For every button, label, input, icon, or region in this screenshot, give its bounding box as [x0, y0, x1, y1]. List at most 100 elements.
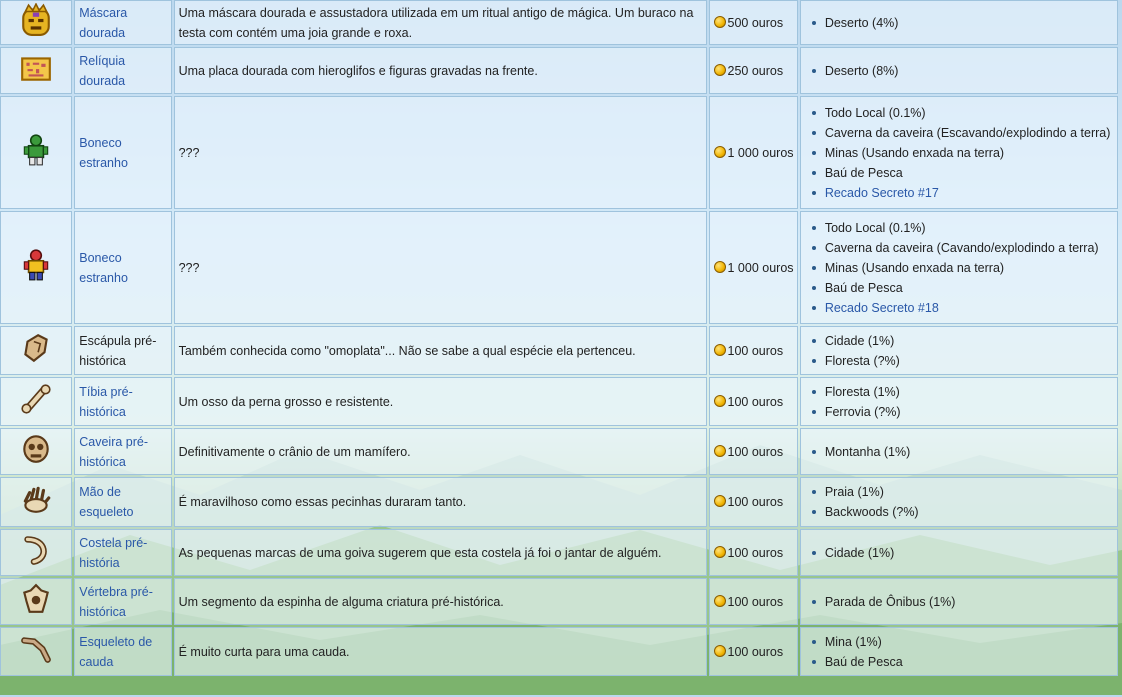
item-name-link[interactable]: Mão de esqueleto: [79, 485, 133, 519]
price-cell: 100 ouros: [708, 477, 798, 527]
location-item: Todo Local (0.1%): [811, 218, 1113, 238]
price-value: 100 ouros: [727, 545, 784, 560]
icon-cell: [0, 377, 73, 426]
price-value: 100 ouros: [727, 644, 784, 659]
gold-coin-icon: [713, 444, 726, 457]
location-item: Parada de Ônibus (1%): [811, 592, 1113, 612]
icon-cell: [0, 428, 73, 475]
gold-coin-icon: [713, 15, 726, 28]
price-value: 100 ouros: [727, 444, 784, 459]
gold-coin-icon: [713, 145, 726, 158]
description-cell: Definitivamente o crânio de um mamífero.: [173, 428, 707, 475]
artifact-row: Esqueleto de cauda É muito curta para uma…: [0, 627, 1118, 676]
icon-cell: [0, 47, 73, 94]
description-cell: É maravilhoso como essas pecinhas durara…: [173, 477, 707, 527]
item-name-link[interactable]: Caveira pré-histórica: [79, 435, 148, 469]
location-item: Baú de Pesca: [811, 652, 1113, 672]
price-value: 100 ouros: [727, 594, 784, 609]
price-cell: 250 ouros: [708, 47, 798, 94]
location-item: Cidade (1%): [811, 331, 1113, 351]
locations-cell: Todo Local (0.1%) Caverna da caveira (Esc…: [799, 96, 1118, 209]
location-list: Parada de Ônibus (1%): [805, 592, 1113, 612]
price-cell: 100 ouros: [708, 326, 798, 375]
artifact-row: Vértebra pré-histórica Um segmento da esp…: [0, 578, 1118, 625]
golden-mask-icon: [22, 2, 50, 36]
item-name-link[interactable]: Costela pré-história: [79, 536, 147, 570]
icon-cell: [0, 96, 73, 209]
location-list: Deserto (8%): [805, 61, 1113, 81]
location-item: Caverna da caveira (Cavando/explodindo a…: [811, 238, 1113, 258]
scapula-icon: [24, 333, 48, 362]
location-link[interactable]: Recado Secreto #17: [811, 183, 1113, 203]
item-name-link[interactable]: Boneco estranho: [79, 251, 128, 285]
location-list: Todo Local (0.1%) Caverna da caveira (Cav…: [805, 218, 1113, 318]
gold-coin-icon: [713, 644, 726, 657]
gold-coin-icon: [713, 260, 726, 273]
price-value: 250 ouros: [727, 63, 784, 78]
artifact-row: Costela pré-história As pequenas marcas d…: [0, 529, 1118, 576]
location-item: Caverna da caveira (Escavando/explodindo…: [811, 123, 1113, 143]
name-cell: Vértebra pré-histórica: [74, 578, 172, 625]
skull-icon: [23, 434, 49, 463]
item-name-link[interactable]: Relíquia dourada: [79, 54, 125, 88]
icon-cell: [0, 211, 73, 324]
gold-coin-icon: [713, 545, 726, 558]
location-list: Praia (1%) Backwoods (?%): [805, 482, 1113, 522]
icon-cell: [0, 0, 73, 45]
price-cell: 500 ouros: [708, 0, 798, 45]
name-cell: Máscara dourada: [74, 0, 172, 45]
location-item: Cidade (1%): [811, 543, 1113, 563]
item-name-link[interactable]: Tíbia pré-histórica: [79, 385, 133, 419]
artifact-row: Escápula pré-histórica Também conhecida c…: [0, 326, 1118, 375]
item-name-link[interactable]: Esqueleto de cauda: [79, 635, 152, 669]
rib-icon: [19, 533, 53, 567]
location-list: Deserto (4%): [805, 13, 1113, 33]
location-link[interactable]: Recado Secreto #18: [811, 298, 1113, 318]
gold-coin-icon: [713, 63, 726, 76]
locations-cell: Parada de Ônibus (1%): [799, 578, 1118, 625]
name-cell: Mão de esqueleto: [74, 477, 172, 527]
location-item: Deserto (4%): [811, 13, 1113, 33]
name-cell: Esqueleto de cauda: [74, 627, 172, 676]
name-cell: Boneco estranho: [74, 211, 172, 324]
description-cell: Um osso da perna grosso e resistente.: [173, 377, 707, 426]
name-cell: Tíbia pré-histórica: [74, 377, 172, 426]
artifact-row: Máscara dourada Uma máscara dourada e ass…: [0, 0, 1118, 45]
icon-cell: [0, 529, 73, 576]
locations-cell: Deserto (8%): [799, 47, 1118, 94]
item-name-link[interactable]: Vértebra pré-histórica: [79, 585, 153, 619]
item-name-link[interactable]: Boneco estranho: [79, 136, 128, 170]
vertebra-icon: [23, 583, 49, 613]
artifact-table: Máscara dourada Uma máscara dourada e ass…: [0, 0, 1120, 678]
location-item: Ferrovia (?%): [811, 402, 1113, 422]
strange-doll-green-icon: [23, 133, 49, 166]
price-value: 100 ouros: [727, 495, 784, 509]
icon-cell: [0, 578, 73, 625]
name-cell: Escápula pré-histórica: [74, 326, 172, 375]
item-name-link[interactable]: Máscara dourada: [79, 6, 127, 40]
name-cell: Costela pré-história: [74, 529, 172, 576]
description-cell: É muito curta para uma cauda.: [173, 627, 707, 676]
locations-cell: Praia (1%) Backwoods (?%): [799, 477, 1118, 527]
description-cell: Uma máscara dourada e assustadora utiliz…: [173, 0, 707, 45]
location-item: Backwoods (?%): [811, 502, 1113, 522]
location-item: Praia (1%): [811, 482, 1113, 502]
name-cell: Boneco estranho: [74, 96, 172, 209]
gold-coin-icon: [713, 394, 726, 407]
artifact-row: Mão de esqueleto É maravilhoso como essas…: [0, 477, 1118, 527]
artifact-row: Boneco estranho??? 1 000 ouros Todo Local …: [0, 96, 1118, 209]
location-item: Floresta (1%): [811, 382, 1113, 402]
price-cell: 100 ouros: [708, 428, 798, 475]
strange-doll-red-icon: [23, 248, 49, 281]
name-cell: Caveira pré-histórica: [74, 428, 172, 475]
location-item: Montanha (1%): [811, 442, 1113, 462]
description-cell: Uma placa dourada com hieroglifos e figu…: [173, 47, 707, 94]
artifact-row: Tíbia pré-histórica Um osso da perna gros…: [0, 377, 1118, 426]
gold-coin-icon: [713, 594, 726, 607]
location-item: Deserto (8%): [811, 61, 1113, 81]
tibia-icon: [19, 382, 53, 416]
locations-cell: Cidade (1%): [799, 529, 1118, 576]
icon-cell: [0, 477, 73, 527]
location-list: Cidade (1%) Floresta (?%): [805, 331, 1113, 371]
locations-cell: Floresta (1%) Ferrovia (?%): [799, 377, 1118, 426]
